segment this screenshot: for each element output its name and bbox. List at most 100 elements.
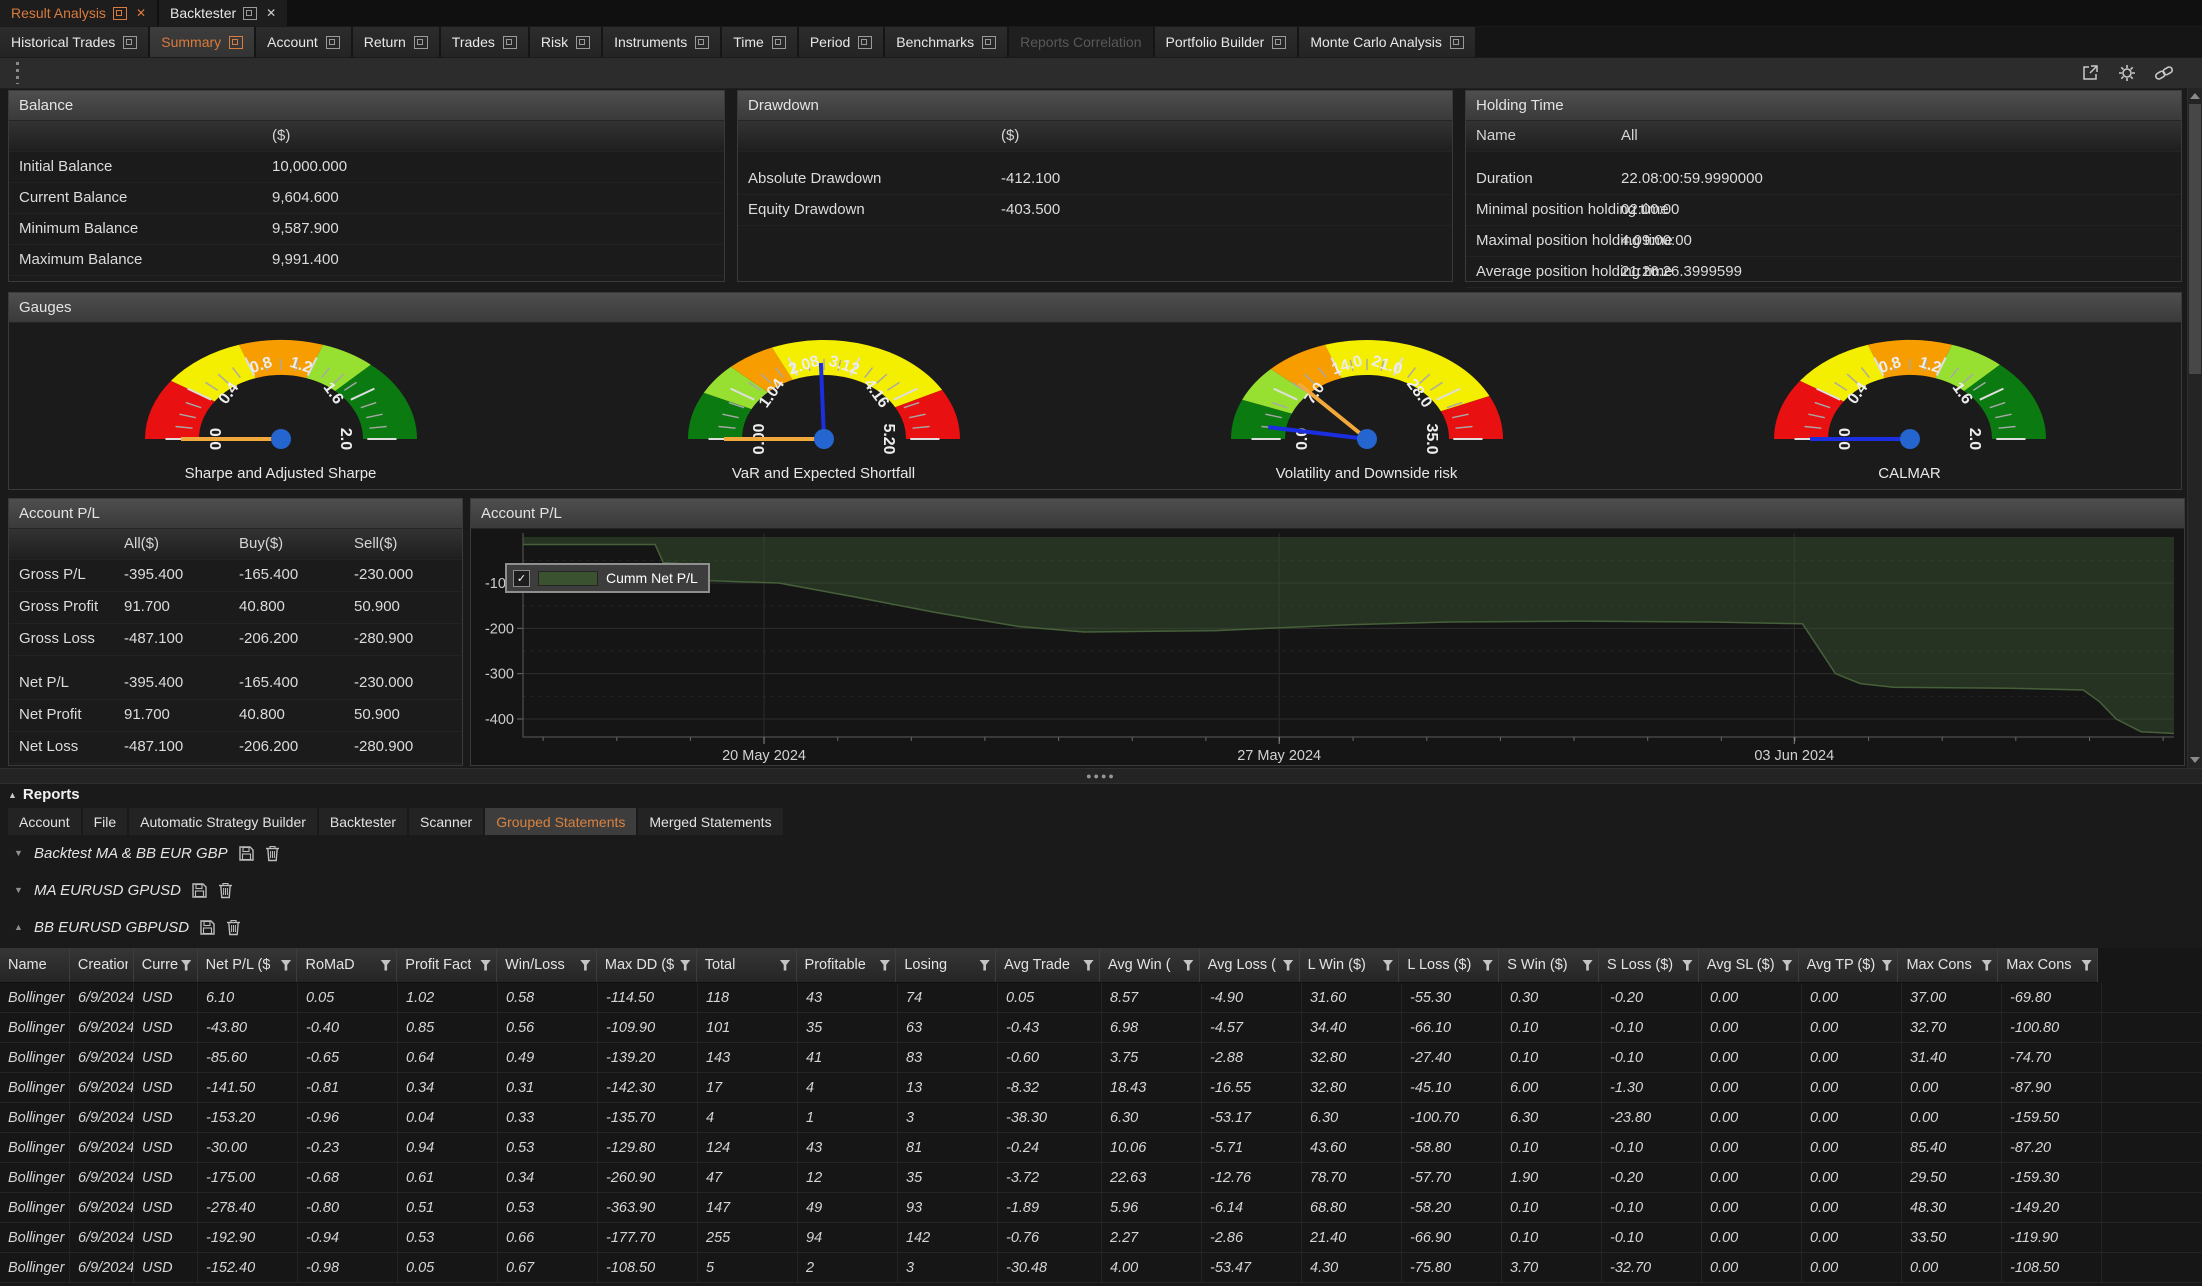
collapse-icon[interactable]: ▲ [14, 922, 24, 932]
column-header-name[interactable]: Name [0, 948, 70, 982]
reports-tab-grouped-statements[interactable]: Grouped Statements [485, 808, 636, 835]
tab-return[interactable]: Return [353, 27, 439, 57]
filter-icon[interactable] [680, 960, 691, 971]
popout-icon[interactable] [503, 36, 517, 49]
popout-icon[interactable] [695, 36, 709, 49]
tab-time[interactable]: Time [722, 27, 797, 57]
collapse-icon[interactable]: ▲ [8, 790, 17, 800]
tab-account[interactable]: Account [256, 27, 351, 57]
filter-icon[interactable] [2081, 960, 2092, 971]
reports-section-header[interactable]: ▲ Reports [8, 786, 80, 803]
statement-row[interactable]: Bollinger6/9/2024USD-153.20-0.960.040.33… [0, 1103, 2202, 1133]
popout-icon[interactable] [229, 36, 243, 49]
statement-row[interactable]: Bollinger6/9/2024USD-141.50-0.810.340.31… [0, 1073, 2202, 1103]
filter-icon[interactable] [1582, 960, 1593, 971]
scroll-down-icon[interactable] [2190, 757, 2200, 763]
statement-row[interactable]: Bollinger6/9/2024USD-192.90-0.940.530.66… [0, 1223, 2202, 1253]
save-icon[interactable] [191, 882, 208, 899]
report-group-backtest-ma-bb-eur-gbp[interactable]: ▼ Backtest MA & BB EUR GBP [14, 840, 280, 866]
filter-icon[interactable] [380, 960, 391, 971]
tab-reports-correlation[interactable]: Reports Correlation [1009, 27, 1152, 57]
window-tab-result-analysis[interactable]: Result Analysis ✕ [0, 0, 157, 26]
filter-icon[interactable] [780, 960, 791, 971]
column-header-max-cons[interactable]: Max Cons [1898, 948, 1998, 982]
column-header-net-p-l[interactable]: Net P/L ($ [198, 948, 298, 982]
statement-row[interactable]: Bollinger6/9/2024USD-175.00-0.680.610.34… [0, 1163, 2202, 1193]
close-icon[interactable]: ✕ [136, 6, 146, 20]
filter-icon[interactable] [181, 960, 192, 971]
scroll-up-icon[interactable] [2190, 93, 2200, 99]
popout-icon[interactable] [982, 36, 996, 49]
tab-benchmarks[interactable]: Benchmarks [885, 27, 1007, 57]
filter-icon[interactable] [1083, 960, 1094, 971]
save-icon[interactable] [199, 919, 216, 936]
column-header-s-loss[interactable]: S Loss ($) [1599, 948, 1699, 982]
filter-icon[interactable] [480, 960, 491, 971]
link-icon[interactable] [2152, 61, 2176, 85]
column-header-max-dd[interactable]: Max DD ($ [597, 948, 697, 982]
save-icon[interactable] [238, 845, 255, 862]
column-header-avg-tp[interactable]: Avg TP ($) [1799, 948, 1899, 982]
reports-tab-backtester[interactable]: Backtester [319, 808, 407, 835]
statement-row[interactable]: Bollinger6/9/2024USD-43.80-0.400.850.56-… [0, 1013, 2202, 1043]
filter-icon[interactable] [879, 960, 890, 971]
popout-icon[interactable] [772, 36, 786, 49]
filter-icon[interactable] [280, 960, 291, 971]
filter-icon[interactable] [1881, 960, 1892, 971]
tab-period[interactable]: Period [799, 27, 883, 57]
window-tab-backtester[interactable]: Backtester ✕ [159, 0, 287, 26]
settings-gear-icon[interactable] [2115, 61, 2139, 85]
tab-portfolio-builder[interactable]: Portfolio Builder [1155, 27, 1298, 57]
filter-icon[interactable] [979, 960, 990, 971]
popout-icon[interactable] [123, 36, 137, 49]
popout-icon[interactable] [326, 36, 340, 49]
drag-handle-icon[interactable] [16, 62, 19, 84]
tab-monte-carlo-analysis[interactable]: Monte Carlo Analysis [1299, 27, 1475, 57]
tab-historical-trades[interactable]: Historical Trades [0, 27, 148, 57]
column-header-s-win[interactable]: S Win ($) [1499, 948, 1599, 982]
column-header-win-loss[interactable]: Win/Loss [497, 948, 597, 982]
popout-icon[interactable] [858, 36, 872, 49]
statement-row[interactable]: Bollinger6/9/2024USD-85.60-0.650.640.49-… [0, 1043, 2202, 1073]
reports-tab-account[interactable]: Account [8, 808, 81, 835]
filter-icon[interactable] [1283, 960, 1294, 971]
scrollbar-thumb[interactable] [2189, 104, 2201, 374]
column-header-curre[interactable]: Curre [134, 948, 198, 982]
filter-icon[interactable] [1981, 960, 1992, 971]
column-header-max-cons[interactable]: Max Cons [1998, 948, 2098, 982]
filter-icon[interactable] [1782, 960, 1793, 971]
reports-tab-file[interactable]: File [83, 808, 128, 835]
tab-trades[interactable]: Trades [441, 27, 528, 57]
popout-icon[interactable] [576, 36, 590, 49]
column-header-avg-win[interactable]: Avg Win ( [1100, 948, 1200, 982]
open-report-icon[interactable] [2078, 61, 2102, 85]
popout-icon[interactable] [243, 7, 257, 20]
column-header-profit-fact[interactable]: Profit Fact [397, 948, 497, 982]
close-icon[interactable]: ✕ [266, 6, 276, 20]
popout-icon[interactable] [1450, 36, 1464, 49]
report-group-bb-eurusd-gbpusd[interactable]: ▲ BB EURUSD GBPUSD [14, 914, 241, 940]
column-header-avg-sl[interactable]: Avg SL ($) [1699, 948, 1799, 982]
tab-instruments[interactable]: Instruments [603, 27, 720, 57]
column-header-creation[interactable]: Creation [70, 948, 134, 982]
statement-row[interactable]: Bollinger6/9/2024USD-152.40-0.980.050.67… [0, 1253, 2202, 1283]
popout-icon[interactable] [1272, 36, 1286, 49]
column-header-romad[interactable]: RoMaD [297, 948, 397, 982]
reports-tab-merged-statements[interactable]: Merged Statements [638, 808, 782, 835]
column-header-profitable[interactable]: Profitable [797, 948, 897, 982]
report-group-ma-eurusd-gpusd[interactable]: ▼ MA EURUSD GPUSD [14, 877, 233, 903]
splitter-handle-icon[interactable]: ●●●● [1086, 773, 1116, 779]
column-header-l-loss[interactable]: L Loss ($) [1399, 948, 1499, 982]
statement-row[interactable]: Bollinger6/9/2024USD-278.40-0.800.510.53… [0, 1193, 2202, 1223]
statement-row[interactable]: Bollinger6/9/2024USD-30.00-0.230.940.53-… [0, 1133, 2202, 1163]
popout-icon[interactable] [414, 36, 428, 49]
chart-legend[interactable]: ✓ Cumm Net P/L [505, 563, 710, 593]
popout-icon[interactable] [113, 7, 127, 20]
trash-icon[interactable] [218, 882, 233, 899]
reports-tab-scanner[interactable]: Scanner [409, 808, 483, 835]
reports-tab-automatic-strategy-builder[interactable]: Automatic Strategy Builder [129, 808, 317, 835]
tab-summary[interactable]: Summary [150, 27, 254, 57]
splitter[interactable]: ●●●● [0, 768, 2202, 784]
vertical-scrollbar[interactable] [2187, 88, 2202, 768]
column-header-l-win[interactable]: L Win ($) [1300, 948, 1400, 982]
